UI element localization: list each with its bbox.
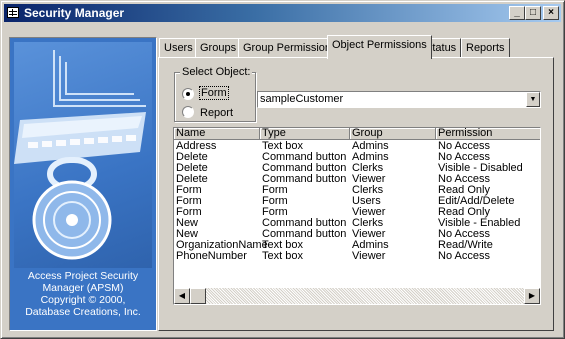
column-header-name[interactable]: Name: [174, 128, 260, 140]
credit-line: Manager (APSM): [42, 282, 124, 294]
minimize-icon: _: [514, 7, 520, 18]
scroll-thumb[interactable]: [190, 288, 206, 304]
horizontal-scrollbar[interactable]: ◀ ▶: [174, 288, 540, 304]
tab-users[interactable]: Users: [159, 38, 198, 58]
arrow-left-icon: ◀: [178, 291, 186, 300]
tab-group-permissions[interactable]: Group Permissions: [238, 38, 342, 58]
column-header-type[interactable]: Type: [260, 128, 350, 140]
select-object-legend: Select Object:: [180, 66, 253, 78]
scroll-left-button[interactable]: ◀: [174, 288, 190, 304]
table-row[interactable]: PhoneNumber Text box Viewer No Access: [174, 250, 540, 262]
cell-type: Text box: [262, 250, 303, 262]
list-header: Name Type Group Permission: [174, 128, 540, 140]
cell-name: PhoneNumber: [176, 250, 247, 262]
column-header-group[interactable]: Group: [350, 128, 436, 140]
cell-permission: No Access: [438, 250, 490, 262]
credit-line: Copyright © 2000,: [40, 294, 126, 306]
tab-label: Object Permissions: [332, 39, 427, 51]
sidebar-panel: Access Project Security Manager (APSM) C…: [9, 37, 157, 331]
chevron-down-icon: ▼: [529, 96, 537, 103]
tab-reports[interactable]: Reports: [461, 38, 510, 58]
tab-groups[interactable]: Groups: [195, 38, 242, 58]
security-illustration-image: [14, 50, 146, 260]
credit-line: Database Creations, Inc.: [25, 306, 141, 318]
close-icon: ×: [548, 7, 554, 18]
maximize-button[interactable]: □: [525, 6, 541, 20]
credit-line: Access Project Security: [27, 270, 139, 282]
tab-object-permissions[interactable]: Object Permissions: [327, 35, 432, 59]
laptop-padlock-illustration: [14, 42, 152, 268]
radio-form-label[interactable]: Form: [199, 86, 229, 100]
tab-label: Users: [164, 42, 193, 54]
object-select-dropdown[interactable]: sampleCustomer ▼: [257, 91, 541, 108]
scroll-right-button[interactable]: ▶: [524, 288, 540, 304]
title-bar[interactable]: Security Manager _ □ ×: [4, 4, 561, 22]
permissions-list[interactable]: Name Type Group Permission Address Text b…: [173, 127, 541, 305]
column-header-permission[interactable]: Permission: [436, 128, 540, 140]
tab-label: Group Permissions: [243, 42, 337, 54]
maximize-icon: □: [529, 7, 537, 18]
minimize-button[interactable]: _: [509, 6, 525, 20]
object-select-value: sampleCustomer: [260, 93, 344, 105]
radio-report-label[interactable]: Report: [200, 107, 233, 119]
security-manager-window: Security Manager _ □ × Access Project Se…: [0, 0, 565, 339]
copyright-credit: Access Project Security Manager (APSM) C…: [10, 270, 156, 318]
radio-form[interactable]: [182, 88, 194, 100]
cell-group: Viewer: [352, 250, 386, 262]
radio-report[interactable]: [182, 106, 194, 118]
arrow-right-icon: ▶: [528, 291, 536, 300]
dropdown-button[interactable]: ▼: [526, 92, 540, 107]
tab-label: Reports: [466, 42, 505, 54]
tab-label: Groups: [200, 42, 237, 54]
app-icon[interactable]: [7, 7, 19, 18]
close-button[interactable]: ×: [543, 6, 559, 20]
window-title: Security Manager: [24, 6, 125, 20]
